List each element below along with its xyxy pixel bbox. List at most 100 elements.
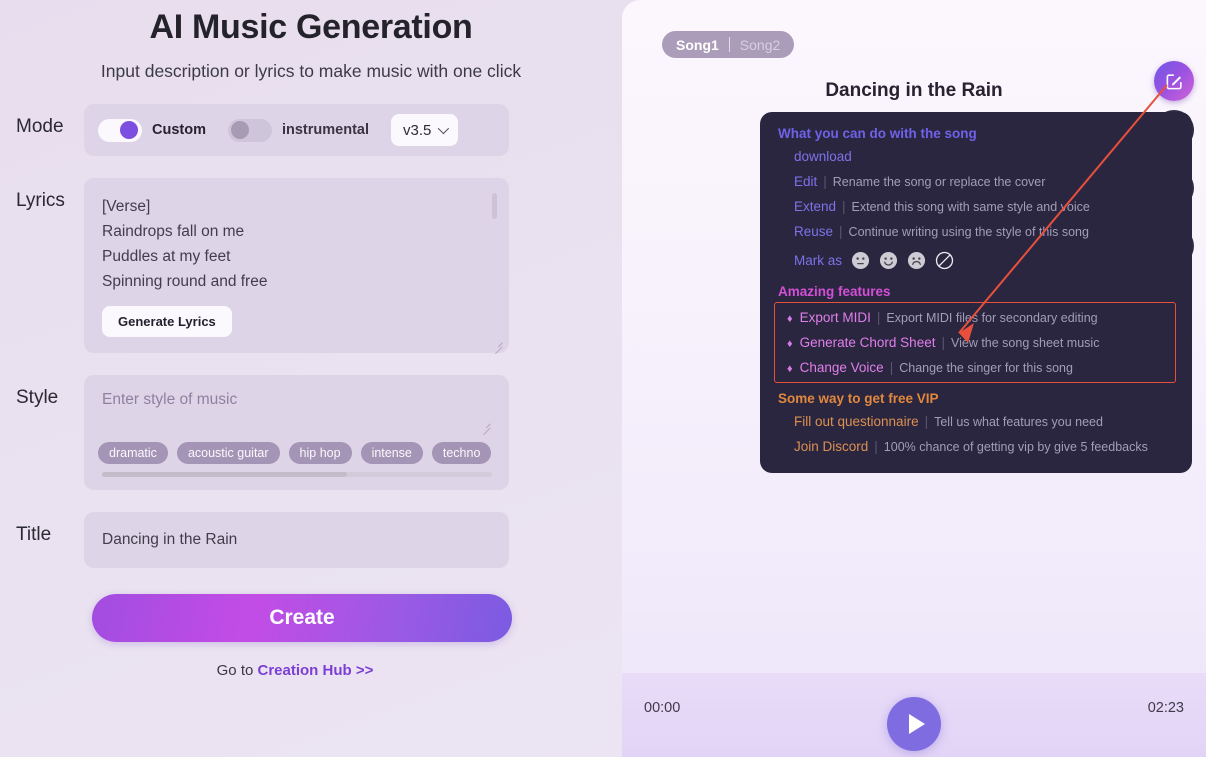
separator: | [842,199,846,214]
extend-link[interactable]: Extend [794,199,836,214]
title-input[interactable]: Dancing in the Rain [102,531,237,549]
row-description: Tell us what features you need [934,415,1103,429]
instrumental-mode-label: instrumental [281,122,369,138]
play-button[interactable] [887,697,941,751]
tab-divider [728,37,730,52]
list-item[interactable]: techno [431,442,492,464]
gem-icon: ♦ [787,363,793,375]
song-title: Dancing in the Rain [825,80,1003,101]
features-highlight-box: ♦ Export MIDI | Export MIDI files for se… [774,302,1176,383]
list-item[interactable]: hip hop [288,442,352,464]
row-description: View the song sheet music [950,336,1100,350]
create-button[interactable]: Create [92,594,512,642]
scrollbar-thumb[interactable] [102,472,347,477]
list-item[interactable]: dramatic [98,442,168,464]
toggle-knob [120,121,138,139]
song-info-tooltip: What you can do with the song download E… [760,112,1192,473]
info-row-change-voice[interactable]: ♦ Change Voice | Change the singer for t… [779,355,1173,380]
style-label: Style [16,387,59,408]
creation-hub-suffix: >> [351,662,374,679]
separator: | [941,335,945,350]
chevron-down-icon [438,122,450,135]
separator: | [823,174,827,189]
row-description: Extend this song with same style and voi… [851,200,1090,214]
play-icon [908,714,925,734]
edit-square-icon [1166,73,1182,89]
style-row: Style Enter style of music dramatic acou… [0,375,622,490]
audio-player-bar: 00:00 02:23 [622,672,1206,757]
separator: | [839,224,843,239]
list-item[interactable]: intense [360,442,423,464]
section-heading-vip: Some way to get free VIP [778,391,939,406]
download-link[interactable]: download [794,149,852,164]
reuse-link[interactable]: Reuse [794,224,833,239]
creation-hub-link[interactable]: Creation Hub [258,662,352,679]
generation-form-panel: AI Music Generation Input description or… [0,0,622,757]
row-description: Continue writing using the style of this… [848,225,1089,239]
custom-mode-toggle[interactable] [98,118,142,142]
model-version-select[interactable]: v3.5 [391,114,459,146]
info-row-discord[interactable]: Join Discord | 100% chance of getting vi… [778,434,1176,459]
mark-as-label: Mark as [794,253,843,268]
ban-icon[interactable] [935,251,954,270]
custom-mode-label: Custom [152,122,206,138]
happy-face-icon[interactable] [879,251,898,270]
style-tag-list: dramatic acoustic guitar hip hop intense… [98,442,509,464]
mode-field: Custom instrumental v3.5 [84,104,509,156]
song-preview-panel: Song1 Song2 Dancing in the Rain ❮ ☰ ↻ Wh… [622,0,1206,757]
info-row-export-midi[interactable]: ♦ Export MIDI | Export MIDI files for se… [779,305,1173,330]
separator: | [874,439,878,454]
resize-handle-icon[interactable] [493,337,503,355]
resize-handle-icon[interactable] [481,418,491,436]
change-voice-link[interactable]: Change Voice [800,360,884,375]
generate-lyrics-button[interactable]: Generate Lyrics [102,306,232,337]
style-field[interactable]: Enter style of music dramatic acoustic g… [84,375,509,490]
section-heading-features: Amazing features [778,284,891,299]
tab-song1[interactable]: Song1 [676,37,719,53]
lyrics-textarea[interactable]: [Verse] Raindrops fall on me Puddles at … [102,194,491,294]
separator: | [876,310,881,325]
info-row-extend[interactable]: Extend | Extend this song with same styl… [778,194,1176,219]
info-row-download[interactable]: download [778,144,1176,169]
row-description: 100% chance of getting vip by give 5 fee… [883,440,1148,454]
mode-row: Mode Custom instrumental v3.5 [0,104,622,156]
info-row-questionnaire[interactable]: Fill out questionnaire | Tell us what fe… [778,409,1176,434]
neutral-face-icon[interactable] [851,251,870,270]
edit-link[interactable]: Edit [794,174,817,189]
mark-as-row: Mark as [778,244,1176,272]
edit-button[interactable] [1154,61,1194,101]
section-heading-song: What you can do with the song [778,126,977,141]
page-title: AI Music Generation [149,8,473,46]
export-midi-link[interactable]: Export MIDI [800,310,871,325]
page-subtitle: Input description or lyrics to make musi… [100,61,522,81]
lyrics-row: Lyrics [Verse] Raindrops fall on me Pudd… [0,178,622,355]
style-input[interactable]: Enter style of music [102,391,491,409]
mode-label: Mode [16,116,64,137]
list-item[interactable]: acoustic guitar [176,442,280,464]
instrumental-mode-toggle[interactable] [227,118,272,142]
creation-hub-prefix: Go to [216,662,258,679]
row-description: Rename the song or replace the cover [832,175,1046,189]
sad-face-icon[interactable] [907,251,926,270]
tab-song2[interactable]: Song2 [740,37,780,53]
title-field[interactable]: Dancing in the Rain [84,512,509,568]
info-row-generate-chord-sheet[interactable]: ♦ Generate Chord Sheet | View the song s… [779,330,1173,355]
title-label: Title [16,524,52,545]
separator: | [924,414,929,429]
current-time: 00:00 [644,700,681,716]
info-row-reuse[interactable]: Reuse | Continue writing using the style… [778,219,1176,244]
row-description: Export MIDI files for secondary editing [886,311,1098,325]
gem-icon: ♦ [787,338,793,350]
toggle-knob [230,121,249,139]
lyrics-field[interactable]: [Verse] Raindrops fall on me Puddles at … [84,178,509,355]
generate-chord-sheet-link[interactable]: Generate Chord Sheet [800,335,936,350]
style-tag-scrollbar[interactable] [102,472,492,477]
questionnaire-link[interactable]: Fill out questionnaire [794,414,919,429]
lyrics-scrollbar[interactable] [492,193,497,219]
separator: | [889,360,894,375]
info-row-edit[interactable]: Edit | Rename the song or replace the co… [778,169,1176,194]
gem-icon: ♦ [787,313,793,325]
discord-link[interactable]: Join Discord [794,439,868,454]
total-time: 02:23 [1147,700,1184,716]
row-description: Change the singer for this song [899,361,1073,375]
